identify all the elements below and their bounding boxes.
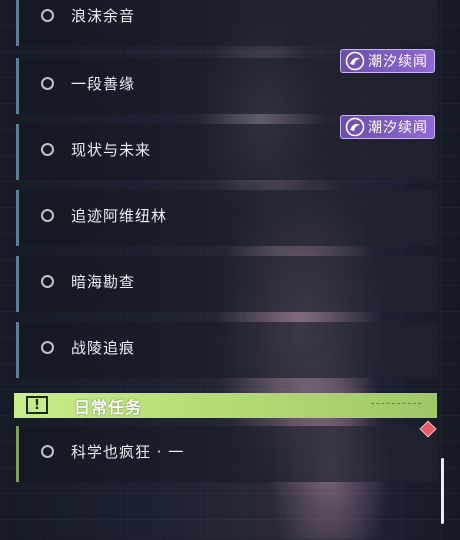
header-decoration bbox=[371, 403, 421, 407]
tide-swirl-icon bbox=[345, 51, 365, 71]
status-ring-icon bbox=[41, 275, 54, 288]
section-title: 日常任务 bbox=[74, 398, 143, 417]
daily-quest-item[interactable]: 科学也疯狂 · 一 bbox=[16, 426, 437, 482]
daily-tasks-header[interactable]: ! 日常任务 bbox=[14, 393, 437, 418]
alert-icon: ! bbox=[26, 396, 48, 414]
quest-item[interactable]: 追迹阿维纽林 bbox=[16, 190, 437, 246]
quest-item[interactable]: 战陵追痕 bbox=[16, 322, 437, 378]
quest-label: 一段善缘 bbox=[71, 75, 136, 93]
quest-label: 现状与未来 bbox=[71, 141, 152, 159]
scrollbar-thumb[interactable] bbox=[441, 458, 444, 524]
quest-item[interactable]: 浪沫余音 bbox=[16, 0, 437, 46]
status-ring-icon bbox=[41, 77, 54, 90]
quest-label: 战陵追痕 bbox=[71, 339, 136, 357]
status-ring-icon bbox=[41, 143, 54, 156]
status-ring-icon bbox=[41, 445, 54, 458]
status-ring-icon bbox=[41, 9, 54, 22]
tidal-chronicle-badge: 潮汐续闻 bbox=[340, 49, 435, 73]
quest-label: 追迹阿维纽林 bbox=[71, 207, 168, 225]
status-ring-icon bbox=[41, 341, 54, 354]
quest-label: 浪沫余音 bbox=[71, 7, 136, 25]
badge-label: 潮汐续闻 bbox=[368, 120, 428, 136]
quest-label: 暗海勘查 bbox=[71, 273, 136, 291]
tide-swirl-icon bbox=[345, 117, 365, 137]
tidal-chronicle-badge: 潮汐续闻 bbox=[340, 115, 435, 139]
quest-label: 科学也疯狂 · 一 bbox=[71, 443, 185, 461]
quest-item[interactable]: 暗海勘查 bbox=[16, 256, 437, 312]
badge-label: 潮汐续闻 bbox=[368, 54, 428, 70]
status-ring-icon bbox=[41, 209, 54, 222]
